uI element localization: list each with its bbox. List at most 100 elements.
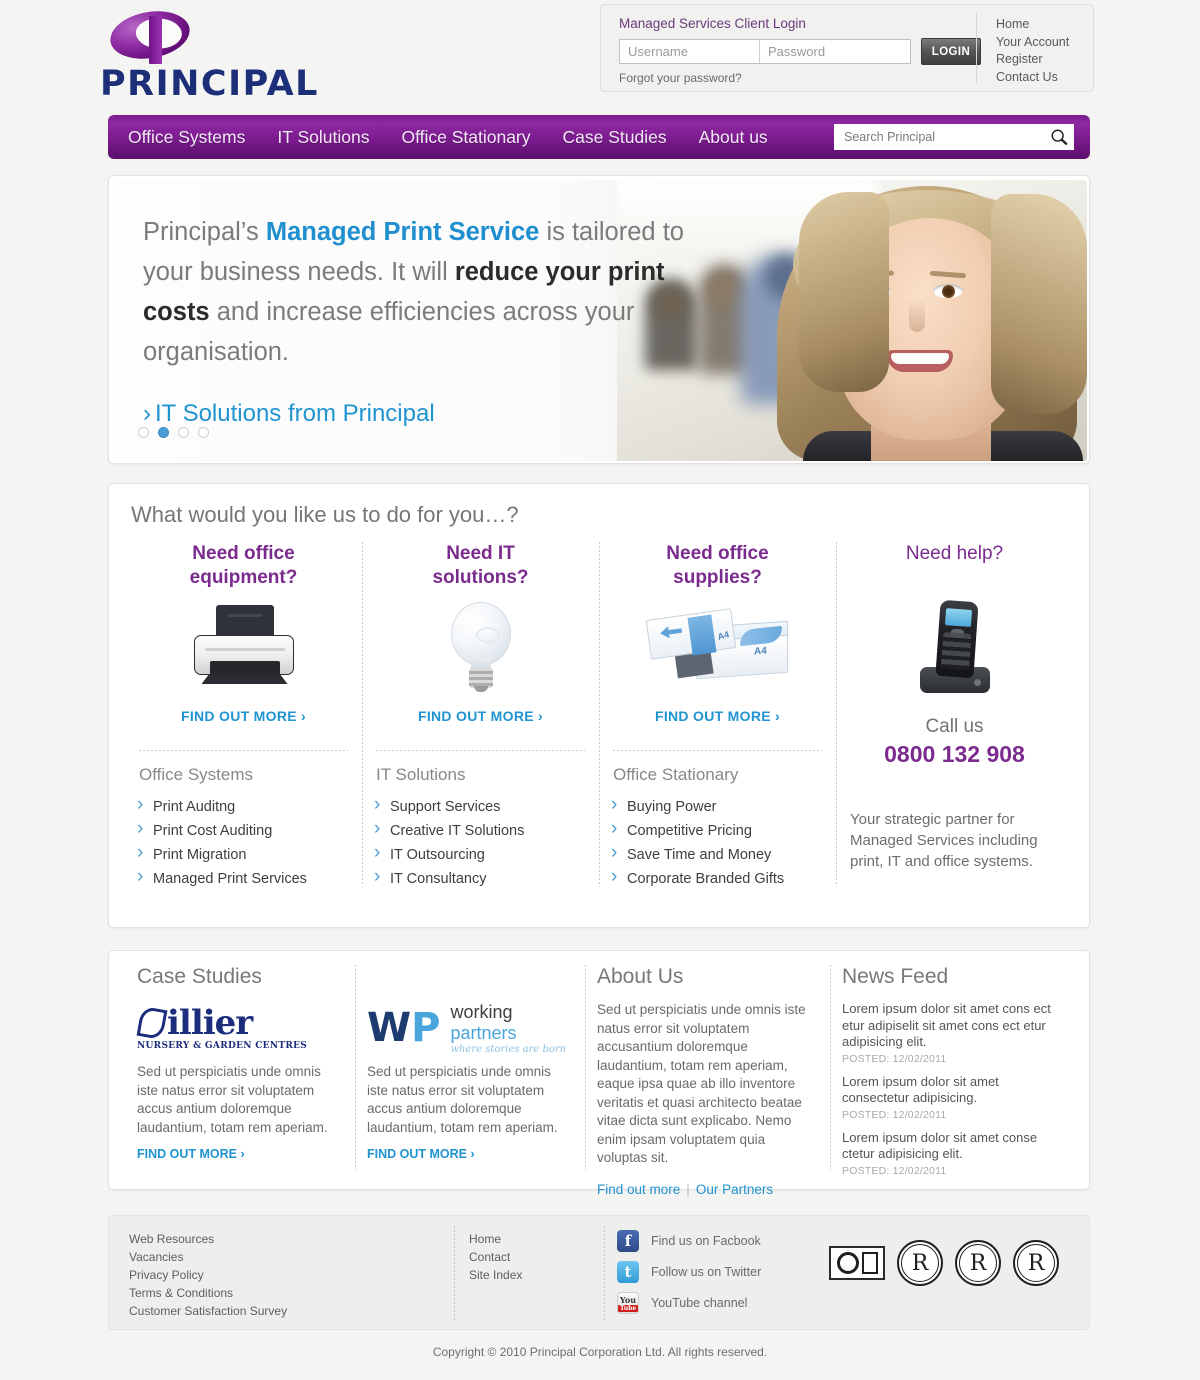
forgot-password-link[interactable]: Forgot your password?: [619, 71, 742, 85]
logo-wordmark: PRINCIPAL: [100, 64, 319, 104]
hillier-logo-sub: NURSERY & GARDEN CENTRES: [137, 1040, 308, 1051]
footer-links-column-2: Home Contact Site Index: [469, 1230, 522, 1284]
carousel-dot-1[interactable]: [138, 427, 149, 438]
footer-link-site-index[interactable]: Site Index: [469, 1266, 522, 1284]
service-column-it-solutions: Need IT solutions? FIND OUT MORE › IT So…: [362, 542, 599, 891]
main-navigation: Office Systems IT Solutions Office Stati…: [108, 115, 1090, 159]
heading-line-1: Need office: [192, 543, 295, 564]
footer-divider-1: [454, 1226, 455, 1320]
news-item[interactable]: Lorem ipsum dolor sit amet cons ect etur…: [842, 1001, 1063, 1065]
header-link-register[interactable]: Register: [996, 51, 1069, 69]
social-row-youtube[interactable]: You Tube YouTube channel: [617, 1292, 761, 1314]
site-logo[interactable]: PRINCIPAL: [100, 5, 360, 104]
find-out-more-it-solutions[interactable]: FIND OUT MORE ›: [372, 708, 589, 724]
footer-divider-2: [604, 1226, 605, 1320]
lloyds-register-badge-1: R: [897, 1240, 943, 1286]
service-heading-office-supplies: Need office supplies?: [609, 542, 826, 592]
footer-link-customer-satisfaction-survey[interactable]: Customer Satisfaction Survey: [129, 1302, 287, 1320]
list-item[interactable]: Competitive Pricing: [609, 817, 826, 843]
heading-line-2: supplies?: [673, 567, 762, 588]
social-row-twitter[interactable]: t Follow us on Twitter: [617, 1261, 761, 1283]
hero-line3-b: and increase efficiencies across: [209, 298, 578, 326]
news-posted: POSTED: 12/02/2011: [842, 1108, 947, 1121]
social-row-facebook[interactable]: f Find us on Facbook: [617, 1230, 761, 1252]
heading-line-1: Need office: [666, 543, 769, 564]
client-login-panel: Managed Services Client Login LOGIN Forg…: [600, 4, 1094, 92]
header-link-home[interactable]: Home: [996, 16, 1069, 34]
link-list-office-systems: Print Auditng Print Cost Auditing Print …: [135, 793, 352, 891]
find-out-more-case-study-2[interactable]: FIND OUT MORE ›: [367, 1147, 475, 1161]
link-list-it-solutions: Support Services Creative IT Solutions I…: [372, 793, 589, 891]
youtube-glyph-tube: Tube: [617, 1304, 639, 1312]
list-item[interactable]: Corporate Branded Gifts: [609, 865, 826, 891]
list-item[interactable]: IT Consultancy: [372, 865, 589, 891]
footer-link-contact[interactable]: Contact: [469, 1248, 522, 1266]
bottom-columns: Case Studies illier NURSERY & GARDEN CEN…: [125, 965, 1075, 1197]
bottom-panel: Case Studies illier NURSERY & GARDEN CEN…: [108, 950, 1090, 1197]
bsi-kitemark-badge: [829, 1246, 885, 1280]
paper-box-icon: A4 A4: [609, 592, 826, 702]
our-partners-link[interactable]: Our Partners: [696, 1182, 773, 1197]
nav-item-office-stationary[interactable]: Office Stationary: [401, 127, 530, 148]
copyright-text: Copyright © 2010 Principal Corporation L…: [432, 1345, 768, 1359]
list-item[interactable]: Print Auditng: [135, 793, 352, 819]
header-link-contact-us[interactable]: Contact Us: [996, 69, 1069, 87]
twitter-icon[interactable]: t: [617, 1261, 639, 1283]
username-input[interactable]: [620, 40, 760, 63]
news-posted: POSTED: 12/02/2011: [842, 1052, 947, 1065]
footer-link-vacancies[interactable]: Vacancies: [129, 1248, 287, 1266]
login-button[interactable]: LOGIN: [921, 38, 981, 65]
password-input[interactable]: [760, 40, 910, 63]
wp-wordmark: working partners: [450, 1002, 573, 1044]
carousel-dot-3[interactable]: [178, 427, 189, 438]
about-find-out-more-link[interactable]: Find out more: [597, 1182, 680, 1197]
nav-item-case-studies[interactable]: Case Studies: [563, 127, 667, 148]
footer-link-web-resources[interactable]: Web Resources: [129, 1230, 287, 1248]
list-item[interactable]: Managed Print Services: [135, 865, 352, 891]
youtube-glyph-you: You: [619, 1294, 637, 1305]
heading-line-1: Need IT: [446, 543, 515, 564]
hillier-logo: illier NURSERY & GARDEN CENTRES: [136, 1001, 343, 1055]
search-input[interactable]: [844, 130, 1050, 144]
find-out-more-case-study-1[interactable]: FIND OUT MORE ›: [137, 1147, 245, 1161]
list-item[interactable]: Buying Power: [609, 793, 826, 819]
list-item[interactable]: Print Migration: [135, 841, 352, 867]
lightbulb-icon: [372, 592, 589, 702]
hero-cta-link[interactable]: › IT Solutions from Principal: [143, 400, 435, 428]
wp-word-a: working: [450, 1001, 513, 1022]
list-item[interactable]: Creative IT Solutions: [372, 817, 589, 843]
hero-line1-c: is tailored: [539, 218, 656, 246]
search-box: [834, 124, 1074, 150]
list-item[interactable]: Print Cost Auditing: [135, 817, 352, 843]
service-heading-need-help: Need help?: [905, 543, 1004, 564]
nav-item-about-us[interactable]: About us: [699, 127, 768, 148]
carousel-dot-2[interactable]: [158, 427, 169, 438]
find-out-more-office-equipment[interactable]: FIND OUT MORE ›: [135, 708, 352, 724]
facebook-icon[interactable]: f: [617, 1230, 639, 1252]
hero-cta-label: IT Solutions from Principal: [155, 400, 435, 427]
services-title: What would you like us to do for you…?: [131, 502, 519, 527]
footer-link-terms-conditions[interactable]: Terms & Conditions: [129, 1284, 287, 1302]
news-item[interactable]: Lorem ipsum dolor sit amet consectetur a…: [842, 1074, 1063, 1121]
header-link-your-account[interactable]: Your Account: [996, 34, 1069, 52]
list-item[interactable]: IT Outsourcing: [372, 841, 589, 867]
footer-link-privacy-policy[interactable]: Privacy Policy: [129, 1266, 287, 1284]
youtube-icon[interactable]: You Tube: [617, 1292, 639, 1314]
login-fields: [619, 39, 911, 64]
hero-line1-a: Principal’s: [143, 218, 266, 246]
list-item[interactable]: Support Services: [372, 793, 589, 819]
news-item[interactable]: Lorem ipsum dolor sit amet conse ctetur …: [842, 1130, 1063, 1177]
link-list-office-stationary: Buying Power Competitive Pricing Save Ti…: [609, 793, 826, 891]
nav-item-it-solutions[interactable]: IT Solutions: [277, 127, 369, 148]
service-heading-it-solutions: Need IT solutions?: [372, 542, 589, 592]
news-feed-column: News Feed Lorem ipsum dolor sit amet con…: [830, 965, 1075, 1197]
list-item[interactable]: Save Time and Money: [609, 841, 826, 867]
carousel-dot-4[interactable]: [198, 427, 209, 438]
hero-headline: Principal’s Managed Print Service is tai…: [143, 212, 703, 372]
footer-link-home[interactable]: Home: [469, 1230, 522, 1248]
phone-number: 0800 132 908: [884, 741, 1025, 767]
find-out-more-office-supplies[interactable]: FIND OUT MORE ›: [609, 708, 826, 724]
divider: [376, 750, 585, 751]
nav-item-office-systems[interactable]: Office Systems: [128, 127, 245, 148]
magnifier-icon[interactable]: [1050, 128, 1068, 146]
